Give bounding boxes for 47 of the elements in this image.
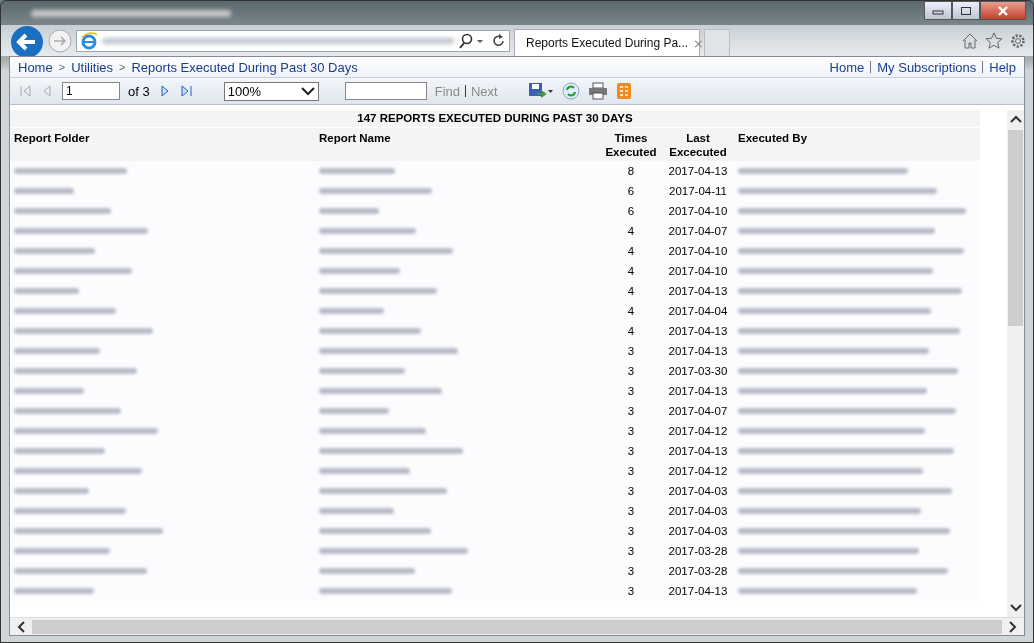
horizontal-scrollbar[interactable] (10, 617, 1024, 635)
new-tab-button[interactable] (704, 29, 730, 57)
blurred-text (319, 208, 379, 214)
breadcrumb-link[interactable]: Home (18, 59, 53, 75)
settings-icon[interactable] (1009, 31, 1027, 50)
blurred-text (14, 288, 79, 294)
zoom-dropdown[interactable]: 100% (223, 81, 319, 101)
blurred-text (319, 308, 384, 314)
refresh-icon[interactable] (492, 32, 506, 49)
column-header: Executed By (734, 128, 980, 161)
maximize-icon (960, 5, 972, 16)
browser-logo-icon (80, 31, 98, 50)
page-number-field[interactable]: 1 (62, 82, 120, 100)
maximize-button[interactable] (952, 1, 980, 20)
column-header: Report Name (315, 128, 600, 161)
breadcrumb-link[interactable]: Utilities (71, 59, 114, 75)
header-link[interactable]: Help (989, 59, 1016, 75)
print-icon[interactable] (587, 82, 608, 100)
header-link[interactable]: My Subscriptions (877, 59, 977, 75)
export-icon[interactable] (527, 82, 554, 100)
tab-title: Reports Executed During Pa... (526, 36, 689, 50)
close-icon (997, 5, 1009, 16)
back-button[interactable] (10, 24, 44, 59)
breadcrumb-link[interactable]: Reports Executed During Past 30 Days (131, 59, 358, 75)
blurred-text (319, 408, 389, 414)
chevron-left-icon[interactable] (16, 620, 26, 633)
column-header: Last Excecuted (662, 128, 734, 161)
chevron-down-icon[interactable] (1009, 603, 1022, 613)
find-field[interactable] (344, 82, 427, 100)
report-title: 147 REPORTS EXECUTED DURING PAST 30 DAYS (10, 110, 980, 128)
header-link[interactable]: Home (829, 59, 865, 75)
blurred-text (14, 388, 84, 394)
column-header: Report Folder (10, 128, 315, 161)
home-icon[interactable] (961, 31, 979, 50)
vertical-scrollbar[interactable] (1007, 110, 1024, 617)
chevron-right-icon[interactable] (1008, 620, 1018, 633)
column-header: Times Executed (600, 128, 662, 161)
last-page-icon[interactable] (179, 84, 194, 98)
chevron-down-icon (300, 86, 315, 96)
chevron-up-icon[interactable] (1009, 114, 1022, 124)
breadcrumb-separator: > (119, 61, 126, 73)
breadcrumb-separator: > (58, 61, 66, 73)
page-count: of 3 (128, 83, 150, 99)
close-button[interactable] (980, 1, 1026, 20)
minimize-button[interactable] (924, 1, 952, 20)
star-icon[interactable] (985, 31, 1003, 50)
blurred-text (14, 188, 74, 194)
